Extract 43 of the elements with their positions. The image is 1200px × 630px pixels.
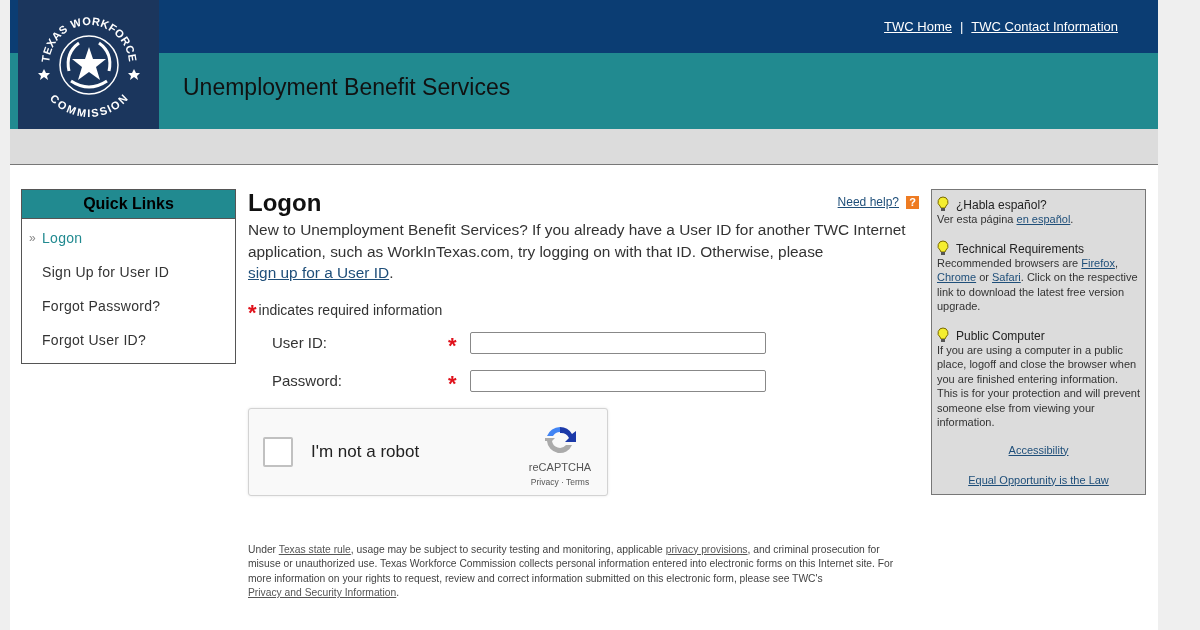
captcha-brand: reCAPTCHA [528, 460, 592, 473]
section-title: Technical Requirements [956, 241, 1085, 256]
section-title: Public Computer [956, 328, 1045, 343]
help-link[interactable]: Need help? [837, 195, 899, 209]
section-text: Ver esta página en español. [937, 212, 1075, 227]
quick-links-title: Quick Links [22, 190, 235, 219]
quick-link[interactable]: Forgot User ID? [42, 332, 147, 348]
quick-link[interactable]: Logon [42, 230, 83, 246]
required-mark: * [248, 299, 257, 320]
quick-link[interactable]: Forgot Password? [42, 298, 161, 314]
page-heading: Logon [248, 189, 322, 217]
legal-link[interactable]: privacy provisions [665, 543, 748, 555]
legal-notice: Under Texas state rule, usage may be subject to security testing and monitoring, applicable privacy provisions, and criminal prosecution for misuse or unauthorized use. Texas Workforce Commission collects personal information entered into electronic forms on this Internet site. For more information on your rights to request, review and correct information submitted on this electronic form, please see TWC's Privacy and Security Information. [248, 542, 895, 600]
quick-link[interactable]: Sign Up for User ID [42, 264, 170, 280]
lightbulb-icon [937, 239, 949, 256]
required-mark: * [448, 370, 458, 391]
required-legend: indicates required information [258, 301, 443, 318]
section-text: Recommended browsers are Firefox, Chrome or Safari. Click on the respective link to download the latest free version upgrade. [937, 256, 1139, 314]
captcha-label: I'm not a robot [311, 441, 421, 462]
signup-link[interactable]: sign up for a User ID [248, 264, 390, 281]
intro-paragraph: New to Unemployment Benefit Services? If you already have a User ID for another TWC Internet application, such as WorkInTexas.com, try logging on with that ID. Otherwise, please sign up for a User ID. [248, 220, 907, 283]
lightbulb-icon [937, 326, 949, 343]
input-field[interactable] [470, 331, 766, 354]
lightbulb-icon [937, 196, 949, 212]
legal-link[interactable]: Texas state rule [278, 543, 351, 555]
required-mark: * [448, 332, 458, 353]
link-separator: | [959, 19, 964, 34]
field-label: User ID: [271, 334, 328, 351]
section-text: If you are using a computer in a public place, logoff and close the browser when you are finished entering information. This is for your protection and will prevent someone else from viewing your information. [937, 343, 1140, 430]
panel-link[interactable]: Equal Opportunity is the Law [968, 473, 1109, 486]
input-field[interactable] [470, 369, 766, 392]
header-link[interactable]: TWC Home [884, 19, 952, 34]
header-link[interactable]: TWC Contact Information [971, 19, 1118, 34]
site-title: Unemployment Benefit Services [183, 73, 511, 101]
panel-link[interactable]: Firefox [1081, 256, 1115, 269]
section-title: ¿Habla español? [956, 198, 1047, 212]
panel-link[interactable]: Safari [992, 271, 1021, 283]
field-label: Password: [271, 372, 344, 389]
captcha-terms[interactable]: Privacy · Terms [530, 476, 590, 487]
captcha-checkbox[interactable] [263, 436, 293, 467]
panel-link[interactable]: Accessibility [1008, 443, 1069, 456]
selected-marker: » [29, 231, 37, 245]
panel-link[interactable]: Chrome [937, 271, 977, 283]
